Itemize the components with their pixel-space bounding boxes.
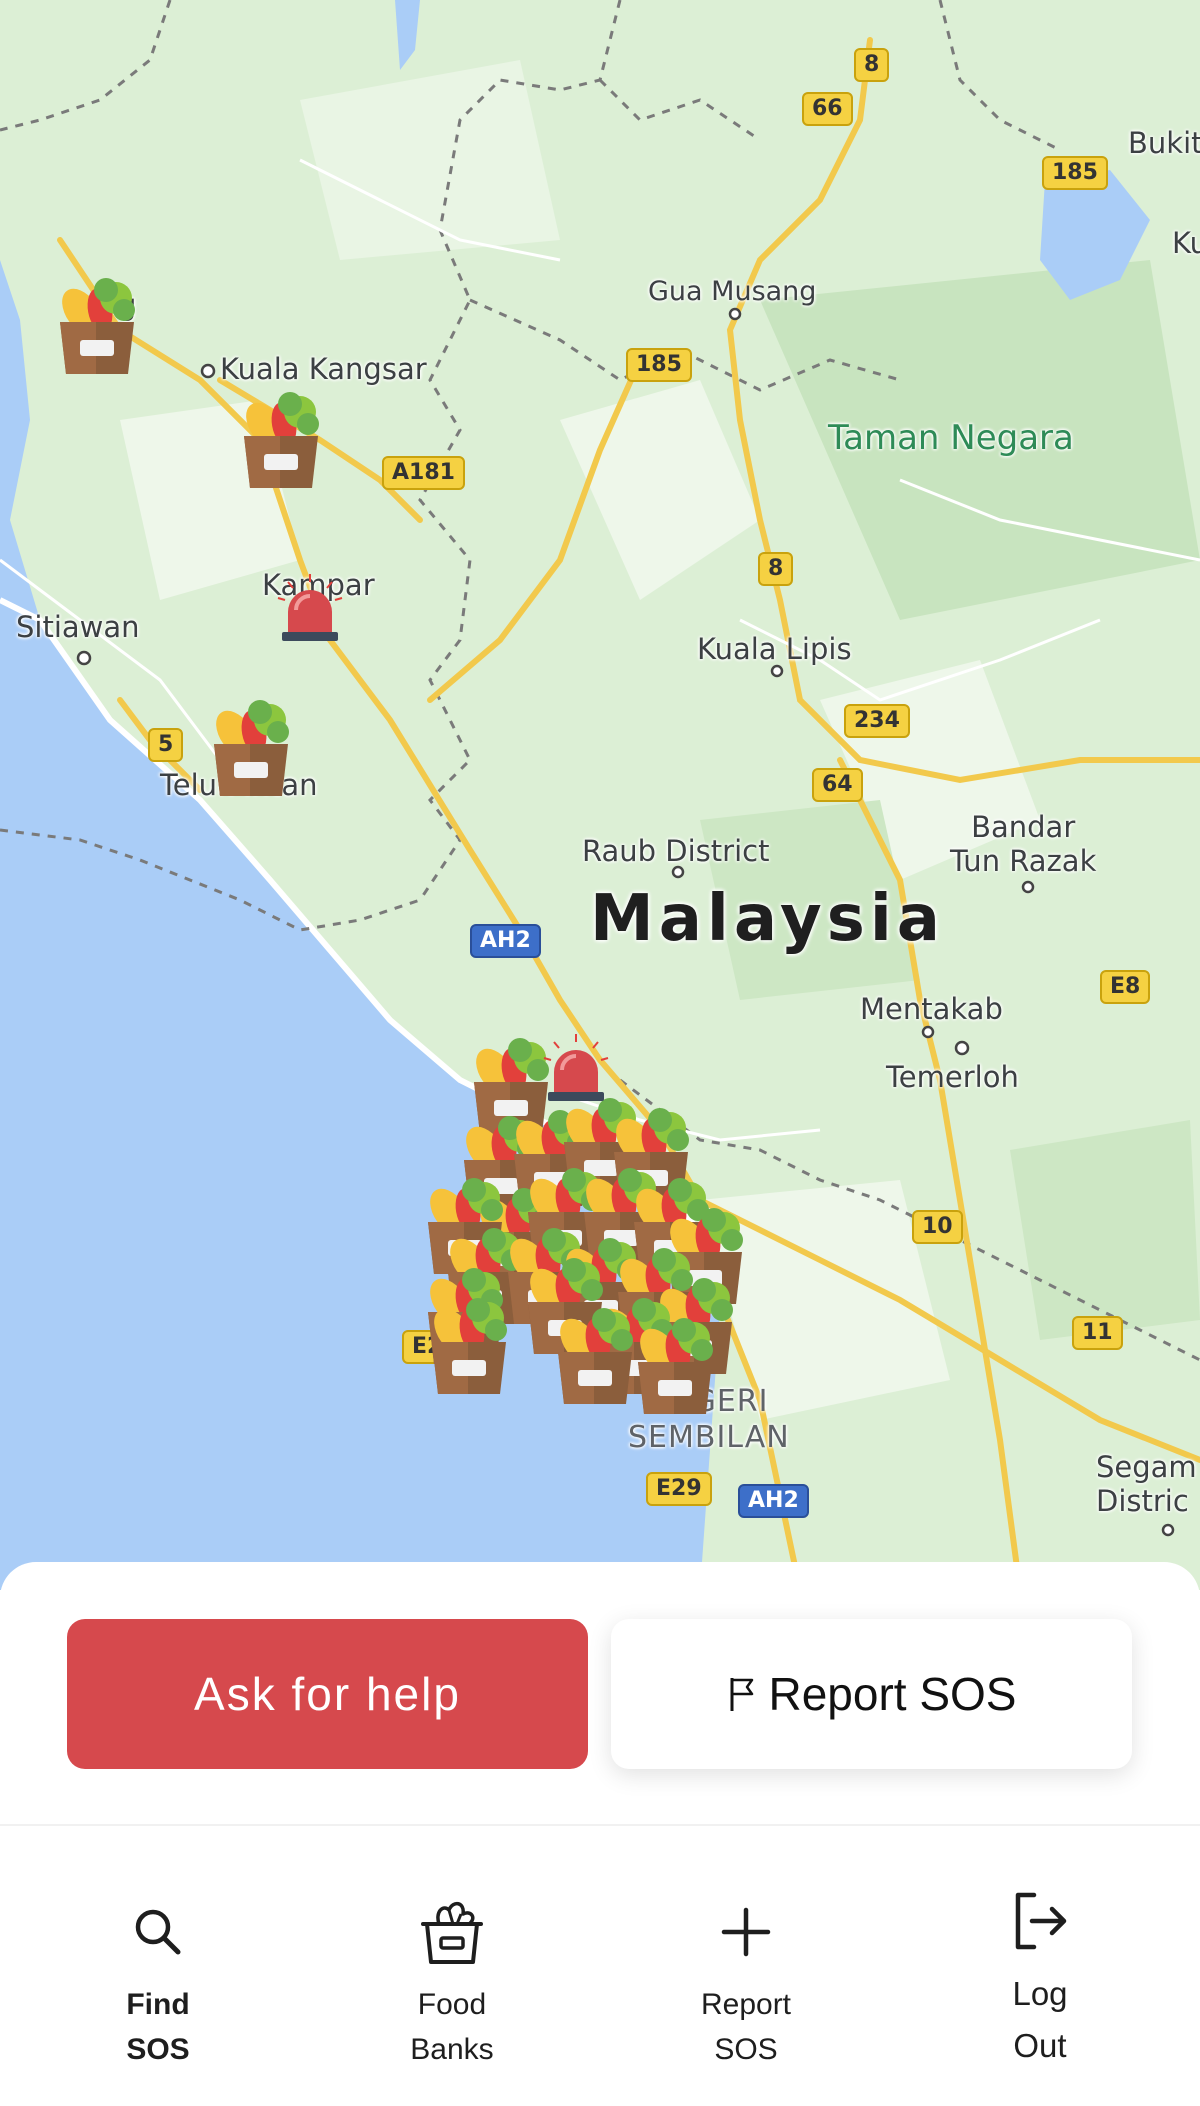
bottom-tab-bar: Find SOS Food Banks Report SOS Log Out [0, 1842, 1200, 2106]
ask-for-help-label: Ask for help [194, 1668, 461, 1720]
tab-label: Food Banks [410, 1988, 494, 2066]
road-shield: AH2 [470, 924, 541, 958]
sos-marker[interactable] [536, 1030, 616, 1110]
road-shield: 66 [802, 92, 853, 126]
road-shield: AH2 [738, 1484, 809, 1518]
road-shield: 8 [758, 552, 794, 586]
tab-log-out[interactable]: Log Out [940, 1842, 1140, 2072]
map-view[interactable]: Malaysia Taman Negara NEGERI SEMBILAN g … [0, 0, 1200, 1590]
road-shield: 5 [148, 728, 184, 762]
report-sos-label: Report SOS [768, 1668, 1017, 1720]
tab-label: Log Out [1012, 1975, 1068, 2064]
logout-icon [1000, 1878, 1080, 1964]
sos-marker[interactable] [270, 570, 350, 650]
road-shield: 10 [912, 1210, 963, 1244]
food-bank-marker[interactable] [236, 384, 326, 494]
tab-label: Report SOS [700, 1988, 792, 2066]
search-icon [118, 1892, 198, 1972]
tab-report-sos[interactable]: Report SOS [646, 1842, 846, 2072]
ask-for-help-button[interactable]: Ask for help [67, 1619, 588, 1769]
road-shield: E29 [646, 1472, 712, 1506]
food-basket-icon [412, 1892, 492, 1972]
food-bank-marker[interactable] [630, 1310, 720, 1420]
tab-food-banks[interactable]: Food Banks [352, 1842, 552, 2072]
divider [0, 1824, 1200, 1826]
road-shield: 8 [854, 48, 890, 82]
road-shield: E8 [1100, 970, 1151, 1004]
flag-icon [727, 1675, 757, 1713]
food-bank-marker[interactable] [206, 692, 296, 802]
food-bank-marker[interactable] [550, 1300, 640, 1410]
road-shield: 185 [626, 348, 692, 382]
road-shield: 11 [1072, 1316, 1123, 1350]
report-sos-button[interactable]: Report SOS [611, 1619, 1132, 1769]
road-shield: 234 [844, 704, 910, 738]
bottom-panel: Ask for help Report SOS Find SOS Food Ba… [0, 1562, 1200, 2106]
food-bank-marker[interactable] [424, 1290, 514, 1400]
road-shield: A181 [382, 456, 465, 490]
road-shield: 185 [1042, 156, 1108, 190]
tab-find-sos[interactable]: Find SOS [58, 1842, 258, 2072]
road-shield: 64 [812, 768, 863, 802]
food-bank-marker[interactable] [52, 270, 142, 380]
tab-label: Find SOS [126, 1988, 190, 2066]
plus-icon [706, 1892, 786, 1972]
